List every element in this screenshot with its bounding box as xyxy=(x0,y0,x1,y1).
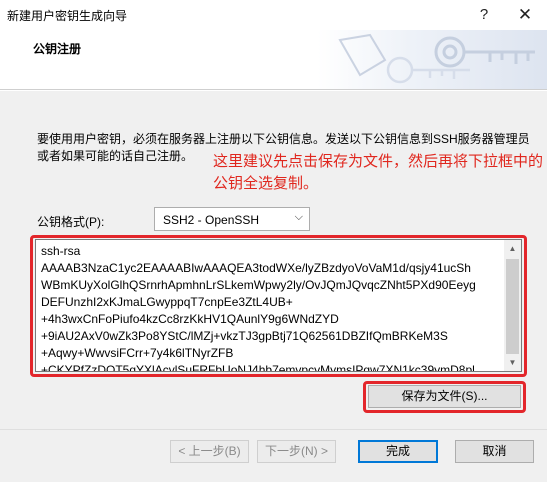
back-button[interactable]: < 上一步(B) xyxy=(170,440,249,463)
page-title: 公钥注册 xyxy=(33,42,82,56)
key-icon xyxy=(338,33,535,84)
finish-button[interactable]: 完成 xyxy=(358,440,438,463)
key-highlight-frame xyxy=(30,235,527,377)
save-highlight-frame xyxy=(363,381,526,413)
cancel-button[interactable]: 取消 xyxy=(455,440,534,463)
red-annotation-note: 这里建议先点击保存为文件，然后再将下拉框中的公钥全选复制。 xyxy=(213,153,544,192)
help-button[interactable]: ? xyxy=(467,0,501,30)
window-title: 新建用户密钥生成向导 xyxy=(7,9,128,23)
format-label: 公钥格式(P): xyxy=(37,215,105,229)
wizard-header: 公钥注册 xyxy=(0,30,547,90)
format-selected-value: SSH2 - OpenSSH xyxy=(163,213,260,227)
format-dropdown[interactable]: SSH2 - OpenSSH ⌵ xyxy=(154,207,310,231)
title-bar: 新建用户密钥生成向导 ? ✕ xyxy=(0,0,547,30)
next-button[interactable]: 下一步(N) > xyxy=(257,440,336,463)
close-button[interactable]: ✕ xyxy=(507,0,543,30)
chevron-down-icon: ⌵ xyxy=(294,211,303,223)
